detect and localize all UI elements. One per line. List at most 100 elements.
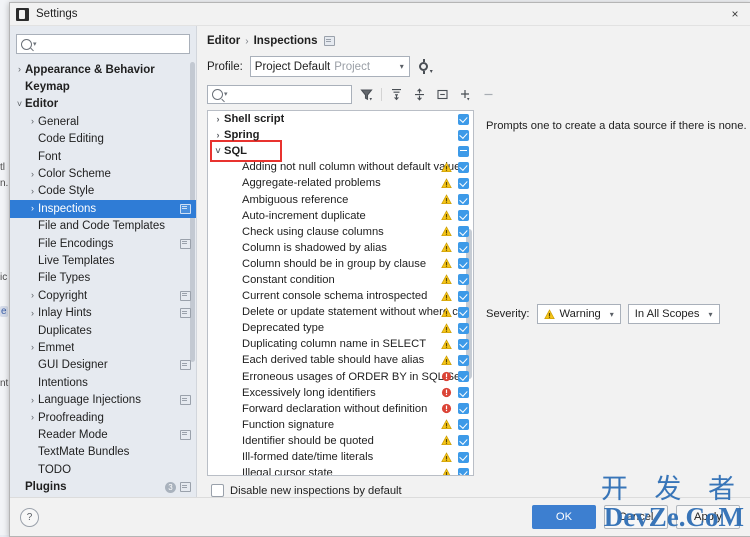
sidebar-item-font[interactable]: ›Font: [10, 148, 196, 165]
inspection-item-row[interactable]: Forward declaration without definition: [208, 401, 473, 417]
chevron-down-icon[interactable]: ˅: [212, 146, 224, 156]
search-input[interactable]: [39, 37, 185, 51]
inspection-item-row[interactable]: Erroneous usages of ORDER BY in SQL Serv…: [208, 369, 473, 385]
inspection-item-row[interactable]: Column should be in group by clause: [208, 256, 473, 272]
sidebar-item-file-types[interactable]: ›File Types: [10, 270, 196, 287]
list-icon[interactable]: [180, 308, 191, 319]
sidebar-item-color-scheme[interactable]: › Color Scheme: [10, 165, 196, 182]
chevron-right-icon[interactable]: ›: [27, 117, 38, 126]
chevron-right-icon[interactable]: ›: [27, 395, 38, 405]
inspection-enabled-checkbox[interactable]: [458, 354, 469, 366]
settings-tree[interactable]: ›Appearance & Behavior›Keymap˅Editor›Gen…: [10, 60, 196, 497]
sidebar-item-plugins[interactable]: ›Plugins 3: [10, 478, 196, 495]
inspection-enabled-checkbox[interactable]: [458, 306, 469, 318]
inspection-enabled-checkbox[interactable]: [458, 161, 469, 173]
sidebar-item-inspections[interactable]: › Inspections: [10, 200, 196, 218]
inspection-enabled-checkbox[interactable]: [458, 210, 469, 222]
add-icon[interactable]: ▾: [457, 86, 474, 103]
inspection-item-row[interactable]: Delete or update statement without where…: [208, 304, 473, 320]
inspection-enabled-checkbox[interactable]: [458, 419, 469, 431]
sidebar-item-appearance-behavior[interactable]: › Appearance & Behavior: [10, 61, 196, 78]
chevron-right-icon[interactable]: ›: [27, 169, 38, 179]
sidebar-item-language-injections[interactable]: › Language Injections: [10, 391, 196, 408]
inspection-enabled-checkbox[interactable]: [458, 290, 469, 302]
sidebar-item-gui-designer[interactable]: ›GUI Designer: [10, 357, 196, 374]
gear-icon[interactable]: ▾: [417, 59, 433, 75]
inspection-item-row[interactable]: Ambiguous reference: [208, 191, 473, 207]
inspection-enabled-checkbox[interactable]: [458, 274, 469, 286]
inspection-enabled-checkbox[interactable]: [458, 435, 469, 447]
inspection-item-row[interactable]: Identifier should be quoted: [208, 433, 473, 449]
inspection-item-row[interactable]: Adding not null column without default v…: [208, 159, 473, 175]
inspection-enabled-checkbox[interactable]: [458, 242, 469, 254]
inspection-enabled-checkbox[interactable]: [458, 194, 469, 206]
inspection-item-row[interactable]: Excessively long identifiers: [208, 385, 473, 401]
inspection-search-input[interactable]: [227, 87, 347, 102]
sidebar-search-box[interactable]: ▾: [16, 34, 190, 54]
chevron-right-icon[interactable]: ›: [212, 130, 224, 140]
inspection-group-row[interactable]: › Shell script: [208, 111, 473, 127]
list-icon[interactable]: [180, 395, 191, 406]
inspection-item-row[interactable]: Aggregate-related problems: [208, 175, 473, 191]
severity-select[interactable]: Warning ▾: [536, 304, 621, 324]
inspection-item-row[interactable]: Each derived table should have alias: [208, 352, 473, 368]
sidebar-item-emmet[interactable]: › Emmet: [10, 339, 196, 356]
scope-select[interactable]: In All Scopes ▾: [627, 304, 720, 324]
inspection-enabled-checkbox[interactable]: [458, 338, 469, 350]
profile-select[interactable]: Project Default Project ▾: [249, 56, 410, 77]
filter-icon[interactable]: ▾: [358, 86, 375, 103]
disable-new-inspections-checkbox[interactable]: [211, 484, 224, 497]
sidebar-item-general[interactable]: › General: [10, 113, 196, 130]
inspection-item-row[interactable]: Function signature: [208, 417, 473, 433]
sidebar-item-todo[interactable]: ›TODO: [10, 461, 196, 478]
chevron-right-icon[interactable]: ›: [27, 413, 38, 422]
sidebar-item-code-editing[interactable]: ›Code Editing: [10, 131, 196, 148]
inspection-enabled-checkbox[interactable]: [458, 129, 469, 141]
inspection-enabled-checkbox[interactable]: [458, 467, 469, 475]
inspection-group-row[interactable]: ˅ SQL: [208, 143, 473, 159]
reset-icon[interactable]: [434, 86, 451, 103]
inspection-enabled-checkbox[interactable]: [458, 371, 469, 383]
expand-all-icon[interactable]: [388, 86, 405, 103]
chevron-right-icon[interactable]: ›: [27, 308, 38, 318]
inspection-enabled-checkbox[interactable]: [458, 177, 469, 189]
inspection-enabled-checkbox[interactable]: [458, 322, 469, 334]
inspection-item-row[interactable]: Check using clause columns: [208, 224, 473, 240]
sidebar-item-textmate-bundles[interactable]: ›TextMate Bundles: [10, 444, 196, 461]
list-icon[interactable]: [180, 203, 191, 214]
list-icon[interactable]: [180, 429, 191, 440]
sidebar-item-editor[interactable]: ˅ Editor: [10, 96, 196, 113]
sidebar-item-code-style[interactable]: › Code Style: [10, 183, 196, 200]
sidebar-item-copyright[interactable]: › Copyright: [10, 287, 196, 304]
inspection-enabled-checkbox[interactable]: [458, 258, 469, 270]
sidebar-item-inlay-hints[interactable]: › Inlay Hints: [10, 304, 196, 321]
ok-button[interactable]: OK: [532, 505, 596, 529]
sidebar-item-proofreading[interactable]: › Proofreading: [10, 409, 196, 426]
remove-icon[interactable]: [480, 86, 497, 103]
list-icon[interactable]: [180, 482, 191, 493]
inspection-enabled-checkbox[interactable]: [458, 226, 469, 238]
chevron-right-icon[interactable]: ›: [27, 186, 38, 196]
disable-new-inspections-row[interactable]: Disable new inspections by default: [197, 476, 750, 497]
list-icon[interactable]: [324, 36, 336, 46]
collapse-all-icon[interactable]: [411, 86, 428, 103]
inspection-item-row[interactable]: Deprecated type: [208, 320, 473, 336]
help-button[interactable]: ?: [20, 507, 39, 527]
list-icon[interactable]: [180, 360, 191, 371]
inspection-search-box[interactable]: ▾: [207, 85, 352, 104]
chevron-right-icon[interactable]: ›: [27, 291, 38, 300]
sidebar-item-duplicates[interactable]: ›Duplicates: [10, 322, 196, 339]
inspection-group-row[interactable]: › Spring: [208, 127, 473, 143]
sidebar-item-live-templates[interactable]: ›Live Templates: [10, 252, 196, 269]
inspection-item-row[interactable]: Current console schema introspected: [208, 288, 473, 304]
inspection-enabled-checkbox[interactable]: [458, 403, 469, 415]
inspection-enabled-checkbox[interactable]: [458, 387, 469, 399]
sidebar-item-file-encodings[interactable]: ›File Encodings: [10, 235, 196, 252]
cancel-button[interactable]: Cancel: [604, 505, 668, 529]
inspection-enabled-checkbox[interactable]: [458, 451, 469, 463]
sidebar-item-file-and-code-templates[interactable]: ›File and Code Templates: [10, 218, 196, 235]
chevron-right-icon[interactable]: ›: [27, 343, 38, 352]
inspection-enabled-checkbox[interactable]: [458, 113, 469, 125]
list-icon[interactable]: [180, 238, 191, 249]
inspection-item-row[interactable]: Column is shadowed by alias: [208, 240, 473, 256]
